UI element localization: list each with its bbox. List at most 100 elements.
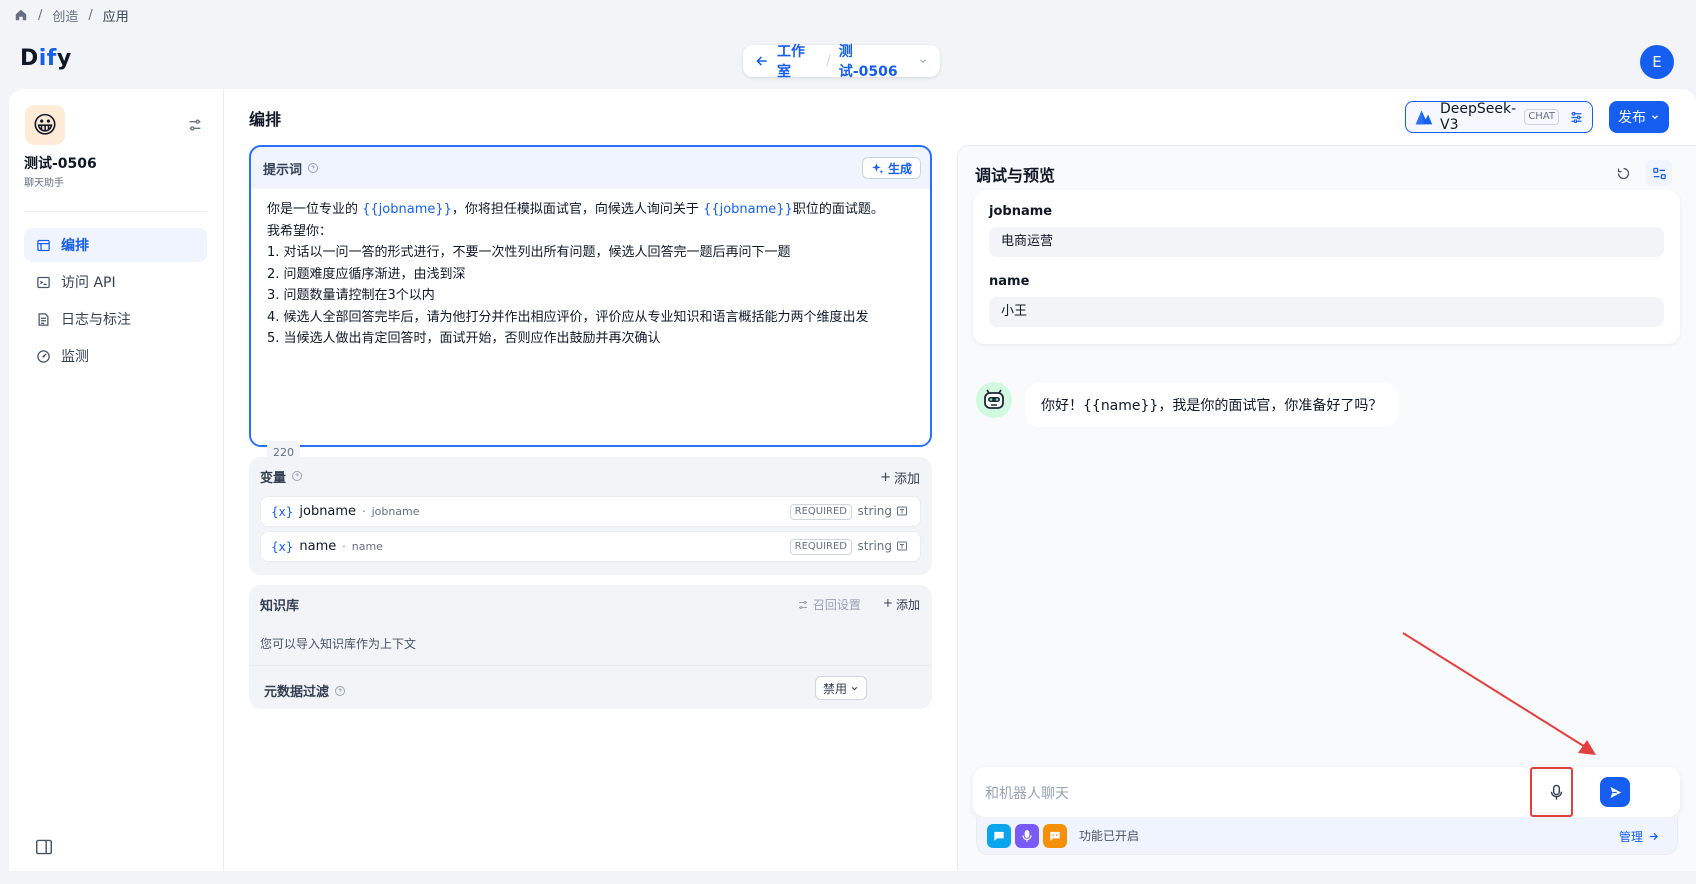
- input-field-name[interactable]: 小王: [989, 297, 1664, 327]
- model-name: DeepSeek-V3: [1440, 101, 1517, 133]
- metadata-filter-label: 元数据过滤: [264, 685, 330, 700]
- required-badge: REQUIRED: [789, 539, 852, 555]
- speech-to-text-icon: [1015, 823, 1039, 848]
- knowledge-label: 知识库: [260, 598, 300, 614]
- inputs-card: jobname 电商运营 name 小王: [973, 190, 1680, 344]
- required-badge: REQUIRED: [789, 504, 852, 520]
- knowledge-header: 知识库 召回设置 + 添加: [260, 585, 920, 623]
- home-icon[interactable]: [14, 8, 28, 22]
- debug-preview-panel: 调试与预览 jobname 电商运营 name 小王 你好！{{name}}，我…: [957, 145, 1696, 871]
- chat-input-placeholder: 和机器人聊天: [985, 786, 1069, 802]
- input-label-jobname: jobname: [989, 204, 1053, 219]
- variables-card: 变量 + 添加 {x} jobname · jobname REQUIRED st…: [249, 457, 932, 575]
- prompt-line: 1. 对话以一问一答的形式进行，不要一次性列出所有问题，候选人回答完一题后再问下…: [267, 245, 791, 260]
- metadata-filter: 元数据过滤: [264, 681, 346, 700]
- refresh-icon[interactable]: [1610, 160, 1636, 186]
- studio-link[interactable]: 工作室: [777, 41, 818, 81]
- variable-name: jobname: [371, 505, 420, 518]
- app-icon: 😀: [25, 105, 65, 145]
- breadcrumb: / 创造 / 应用: [14, 6, 129, 25]
- variable-key: name: [299, 539, 337, 554]
- model-params-icon[interactable]: [1569, 110, 1584, 125]
- app-type: 聊天助手: [24, 178, 64, 189]
- generate-button[interactable]: 生成: [861, 157, 921, 179]
- variable-type: string: [858, 504, 908, 518]
- variables-header: 变量 + 添加: [260, 457, 920, 495]
- prompt-line: 4. 候选人全部回答完毕后，请为他打分并作出相应评价，评价应从专业知识和语言概括…: [267, 309, 869, 325]
- sidebar-item-monitor[interactable]: 监测: [24, 339, 207, 373]
- model-selector[interactable]: DeepSeek-V3 CHAT: [1405, 101, 1593, 133]
- add-knowledge-button[interactable]: + 添加: [883, 596, 920, 613]
- publish-button[interactable]: 发布: [1609, 101, 1669, 133]
- text-type-icon: [896, 540, 908, 552]
- variable-type: string: [858, 539, 908, 553]
- help-icon[interactable]: [291, 470, 303, 482]
- help-icon[interactable]: [334, 685, 346, 697]
- manage-features-link[interactable]: 管理: [1619, 828, 1659, 845]
- prompt-line: 3. 问题数量请控制在3个以内: [267, 288, 435, 303]
- breadcrumb-create[interactable]: 创造: [52, 6, 78, 25]
- app-switcher[interactable]: 测试-0506: [839, 41, 910, 81]
- sidebar-divider: [24, 211, 207, 212]
- features-bar: 功能已开启 管理: [976, 817, 1678, 855]
- features-label: 功能已开启: [1079, 829, 1140, 843]
- model-mode-badge: CHAT: [1524, 109, 1559, 125]
- bot-message: 你好！{{name}}，我是你的面试官，你准备好了吗？: [1025, 383, 1399, 427]
- prompt-line: 5. 当候选人做出肯定回答时，面试开始，否则应作出鼓励并再次确认: [267, 331, 661, 346]
- terminal-icon: [36, 275, 51, 290]
- deepseek-logo-icon: [1414, 108, 1434, 126]
- chevron-down-icon[interactable]: [918, 56, 928, 66]
- sidebar-item-label: 日志与标注: [61, 312, 131, 328]
- preview-title: 调试与预览: [975, 166, 1056, 185]
- suggested-questions-icon: [987, 823, 1011, 848]
- variables-toggle-icon[interactable]: [1646, 160, 1672, 186]
- chat-input-box[interactable]: 和机器人聊天: [973, 767, 1680, 817]
- variable-name: name: [351, 540, 383, 553]
- sidebar-item-label: 访问 API: [61, 275, 116, 291]
- sidebar-item-api[interactable]: 访问 API: [24, 265, 207, 299]
- help-icon[interactable]: [307, 162, 319, 174]
- sparkle-icon: [871, 162, 884, 175]
- retrieval-settings-button[interactable]: 召回设置: [797, 596, 861, 613]
- layout-icon: [36, 238, 51, 253]
- divider: [249, 665, 932, 666]
- prompt-header: 提示词: [251, 147, 930, 189]
- variable-row[interactable]: {x} name · name REQUIRED string: [260, 531, 921, 562]
- app-nav-pill: 工作室 / 测试-0506: [743, 44, 940, 80]
- file-list-icon: [36, 312, 51, 327]
- add-variable-button[interactable]: + 添加: [880, 468, 920, 487]
- app-name: 测试-0506: [24, 156, 97, 172]
- breadcrumb-apps: 应用: [102, 9, 129, 25]
- highlight-box: [1530, 767, 1573, 817]
- prompt-line: 2. 问题难度应循序渐进，由浅到深: [267, 266, 466, 282]
- settings-sliders-icon: [797, 599, 809, 611]
- text-type-icon: [896, 505, 908, 517]
- sidebar-item-label: 编排: [61, 238, 89, 254]
- sidebar-item-orchestrate[interactable]: 编排: [24, 228, 207, 262]
- back-arrow-icon[interactable]: [755, 54, 769, 68]
- variables-label: 变量: [260, 470, 287, 486]
- sidebar: 😀 测试-0506 聊天助手 编排 访问 API 日志与标注 监测: [9, 89, 224, 871]
- plus-icon: +: [880, 470, 891, 485]
- dify-logo[interactable]: Dify: [20, 46, 72, 71]
- settings-sliders-icon[interactable]: [187, 117, 203, 133]
- page-title: 编排: [249, 110, 282, 129]
- sidebar-item-label: 监测: [61, 349, 89, 365]
- input-field-jobname[interactable]: 电商运营: [989, 227, 1664, 257]
- opening-statement-icon: [1043, 823, 1067, 848]
- prompt-label: 提示词: [263, 162, 303, 178]
- annotation-arrow: [1402, 632, 1596, 755]
- user-avatar[interactable]: E: [1640, 45, 1674, 79]
- chevron-down-icon: [850, 684, 859, 693]
- input-label-name: name: [989, 274, 1030, 289]
- variable-icon: {x}: [271, 539, 294, 554]
- metadata-filter-select[interactable]: 禁用: [815, 676, 867, 700]
- prompt-textarea[interactable]: 你是一位专业的 {{jobname}}，你将担任模拟面试官，向候选人询问关于 {…: [251, 189, 930, 465]
- knowledge-card: 知识库 召回设置 + 添加 您可以导入知识库作为上下文 元数据过滤 禁用: [249, 585, 932, 709]
- collapse-sidebar-icon[interactable]: [35, 839, 53, 855]
- send-button[interactable]: [1600, 777, 1630, 807]
- arrow-right-icon: [1648, 831, 1659, 842]
- variable-row[interactable]: {x} jobname · jobname REQUIRED string: [260, 496, 921, 527]
- sidebar-item-logs[interactable]: 日志与标注: [24, 302, 207, 336]
- robot-icon: [981, 387, 1007, 413]
